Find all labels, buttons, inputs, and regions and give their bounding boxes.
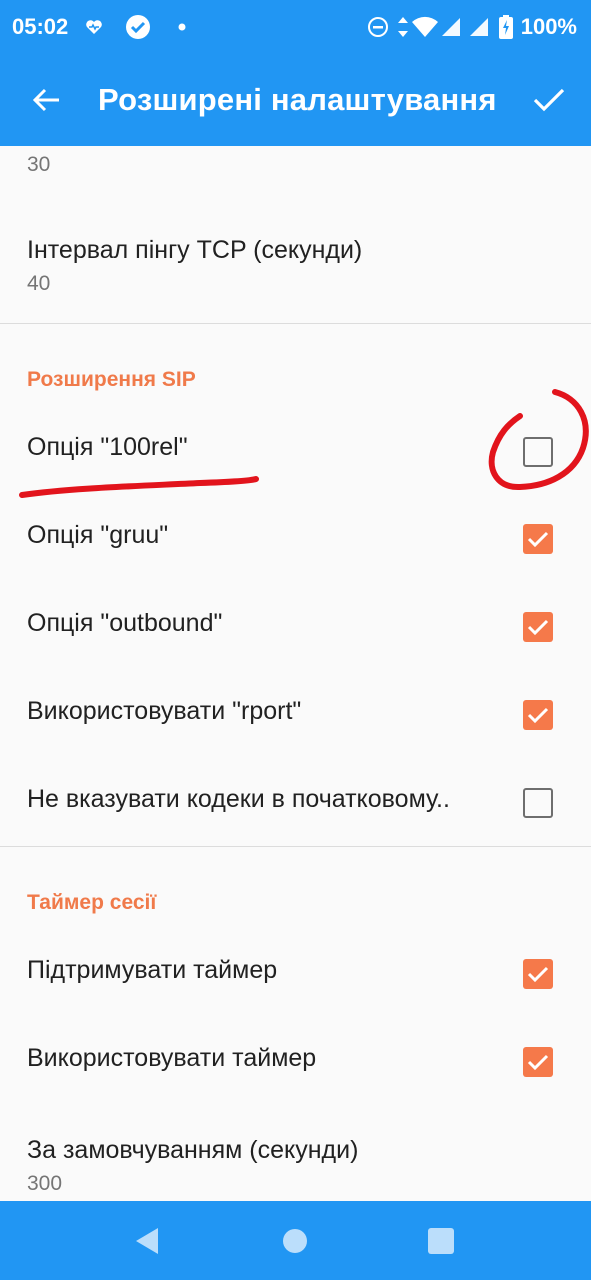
signal-icon-2 xyxy=(468,0,490,54)
nav-back-icon[interactable] xyxy=(125,1219,169,1263)
pref-value: 300 xyxy=(27,1172,63,1195)
check-circle-icon xyxy=(124,0,152,54)
wifi-icon xyxy=(410,0,440,54)
pref-label: Не вказувати кодеки в початковому.. xyxy=(27,785,450,813)
do-not-disturb-icon xyxy=(366,0,390,54)
back-arrow-icon[interactable] xyxy=(22,76,70,124)
confirm-check-icon[interactable] xyxy=(525,76,573,124)
checkbox-gruu[interactable] xyxy=(523,524,553,554)
checkbox-use-timer[interactable] xyxy=(523,1047,553,1077)
signal-icon xyxy=(440,0,462,54)
status-time: 05:02 xyxy=(12,14,69,39)
section-divider xyxy=(0,323,591,324)
status-bar: 05:02 100% xyxy=(0,0,591,54)
notification-dot-icon xyxy=(176,0,188,54)
data-arrows-icon xyxy=(396,0,410,54)
preferences-list: 30 Інтервал пінгу TCP (секунди) 40 Розши… xyxy=(0,146,591,1201)
battery-percentage: 100% xyxy=(520,14,577,39)
checkbox-support-timer[interactable] xyxy=(523,959,553,989)
pref-value: 40 xyxy=(27,272,51,295)
checkmark-icon xyxy=(527,966,549,983)
pref-title: Інтервал пінгу TCP (секунди) xyxy=(27,236,363,264)
checkbox-rport[interactable] xyxy=(523,700,553,730)
pref-no-codecs-initial[interactable]: Не вказувати кодеки в початковому.. xyxy=(0,759,591,847)
checkmark-icon xyxy=(527,531,549,548)
pref-label: Підтримувати таймер xyxy=(27,956,278,984)
checkmark-icon xyxy=(527,619,549,636)
pref-title: За замовчуванням (секунди) xyxy=(27,1136,359,1164)
pref-option-100rel[interactable]: Опція "100rel" xyxy=(0,407,591,495)
pref-label: Використовувати "rport" xyxy=(27,697,302,725)
checkbox-100rel[interactable] xyxy=(523,437,553,467)
checkbox-no-codecs[interactable] xyxy=(523,788,553,818)
pref-label: Опція "gruu" xyxy=(27,521,169,549)
pref-option-gruu[interactable]: Опція "gruu" xyxy=(0,495,591,583)
pref-option-outbound[interactable]: Опція "outbound" xyxy=(0,583,591,671)
checkmark-icon xyxy=(527,1054,549,1071)
pref-tcp-ping-interval[interactable]: Інтервал пінгу TCP (секунди) 40 xyxy=(0,208,591,318)
pref-default-timeout[interactable]: За замовчуванням (секунди) 300 xyxy=(0,1106,591,1201)
previous-pref-value: 30 xyxy=(27,153,51,176)
pref-use-timer[interactable]: Використовувати таймер xyxy=(0,1018,591,1106)
heart-monitor-icon xyxy=(84,0,104,54)
category-session-timer: Таймер сесії xyxy=(27,891,157,914)
pref-label: Опція "outbound" xyxy=(27,609,223,637)
battery-charging-icon xyxy=(497,0,515,54)
page-title: Розширені налаштування xyxy=(98,82,497,117)
checkbox-outbound[interactable] xyxy=(523,612,553,642)
navigation-bar xyxy=(0,1201,591,1280)
pref-support-timer[interactable]: Підтримувати таймер xyxy=(0,930,591,1018)
pref-label: Використовувати таймер xyxy=(27,1044,317,1072)
nav-recents-icon[interactable] xyxy=(419,1219,463,1263)
pref-label: Опція "100rel" xyxy=(27,433,188,461)
checkmark-icon xyxy=(527,707,549,724)
app-bar: Розширені налаштування xyxy=(0,54,591,146)
pref-use-rport[interactable]: Використовувати "rport" xyxy=(0,671,591,759)
section-divider xyxy=(0,846,591,847)
category-sip-extensions: Розширення SIP xyxy=(27,368,196,391)
nav-home-icon[interactable] xyxy=(273,1219,317,1263)
